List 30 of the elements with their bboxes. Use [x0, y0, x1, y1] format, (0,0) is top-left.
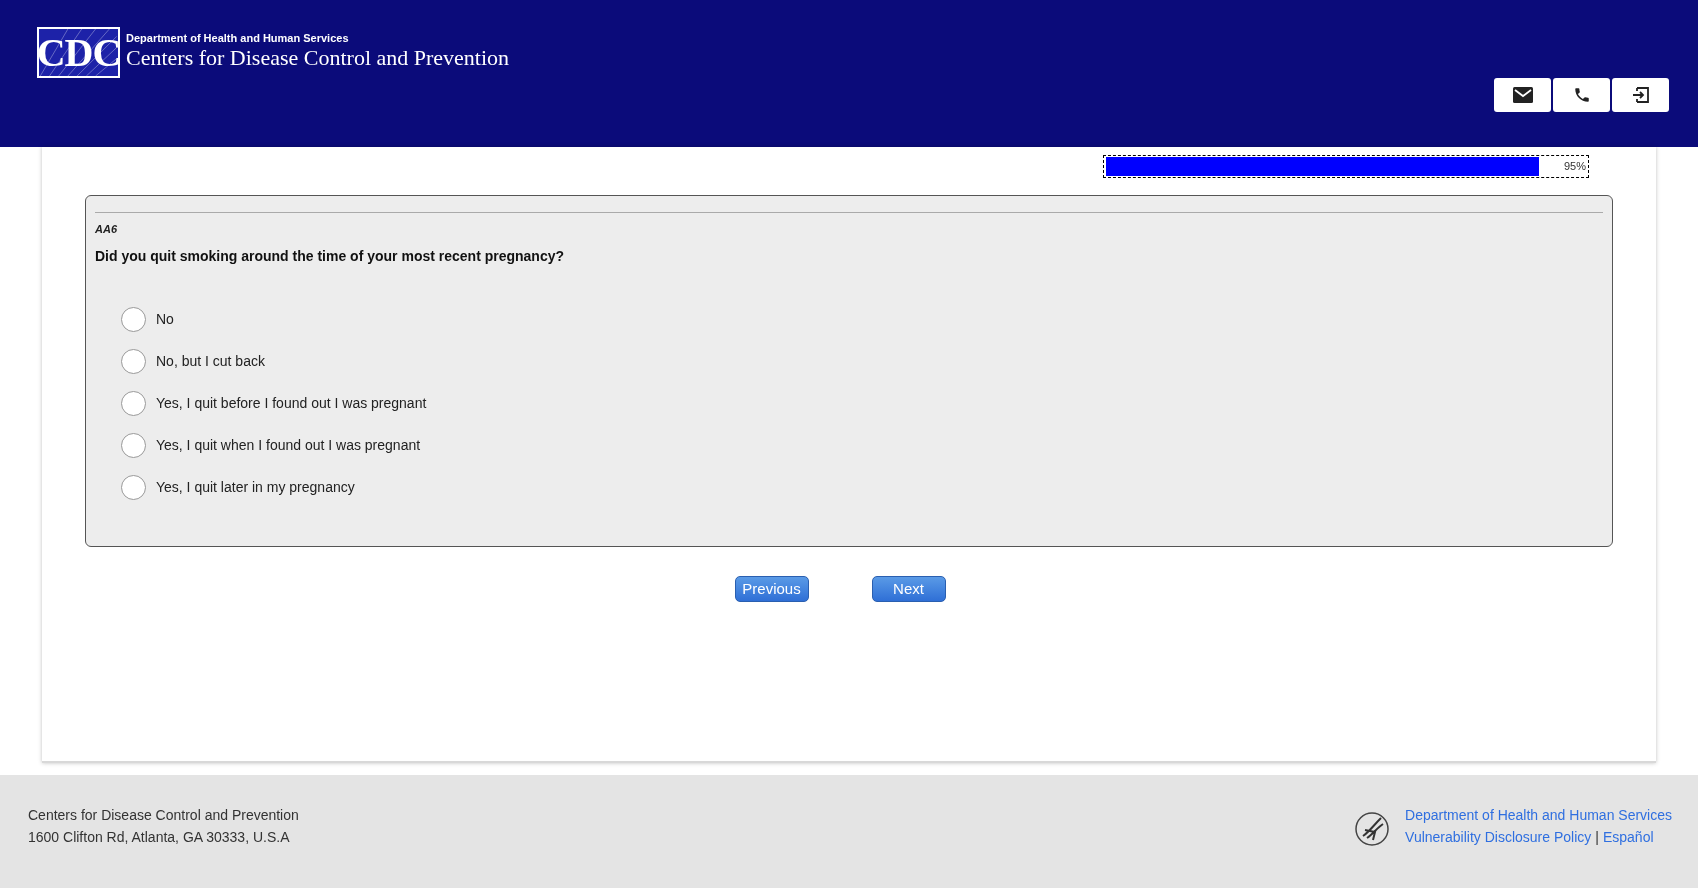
radio-button[interactable] — [121, 306, 146, 332]
mail-icon — [1512, 87, 1533, 103]
hhs-link[interactable]: Department of Health and Human Services — [1405, 804, 1672, 826]
mail-button[interactable] — [1494, 78, 1551, 112]
option-label[interactable]: Yes, I quit when I found out I was pregnant — [156, 434, 421, 456]
link-separator: | — [1595, 828, 1599, 847]
vulnerability-policy-link[interactable]: Vulnerability Disclosure Policy — [1405, 826, 1592, 848]
department-name: Department of Health and Human Services — [126, 31, 350, 45]
option-label[interactable]: Yes, I quit later in my pregnancy — [156, 476, 355, 498]
radio-button[interactable] — [121, 390, 146, 416]
previous-button[interactable]: Previous — [734, 576, 809, 602]
agency-name: Centers for Disease Control and Prevention — [126, 45, 510, 71]
cdc-logo: CDC — [37, 27, 120, 78]
question-code: AA6 — [95, 222, 118, 237]
phone-icon — [1572, 86, 1591, 104]
address-line: 1600 Clifton Rd, Atlanta, GA 30333, U.S.A — [28, 828, 291, 847]
option-label[interactable]: No — [156, 308, 174, 330]
radio-button[interactable] — [121, 474, 146, 500]
question-text: Did you quit smoking around the time of your most recent pregnancy? — [95, 246, 566, 266]
option-label[interactable]: No, but I cut back — [156, 350, 265, 372]
exit-icon — [1630, 85, 1651, 105]
address-line: Centers for Disease Control and Prevention — [28, 806, 299, 825]
next-button[interactable]: Next — [871, 576, 946, 602]
option-label[interactable]: Yes, I quit before I found out I was pregnant — [156, 392, 427, 414]
exit-button[interactable] — [1612, 78, 1669, 112]
radio-button[interactable] — [121, 432, 146, 458]
radio-button[interactable] — [121, 348, 146, 374]
spanish-link[interactable]: Español — [1602, 826, 1654, 848]
progress-reading: 95% — [1563, 159, 1586, 175]
phone-button[interactable] — [1553, 78, 1610, 112]
